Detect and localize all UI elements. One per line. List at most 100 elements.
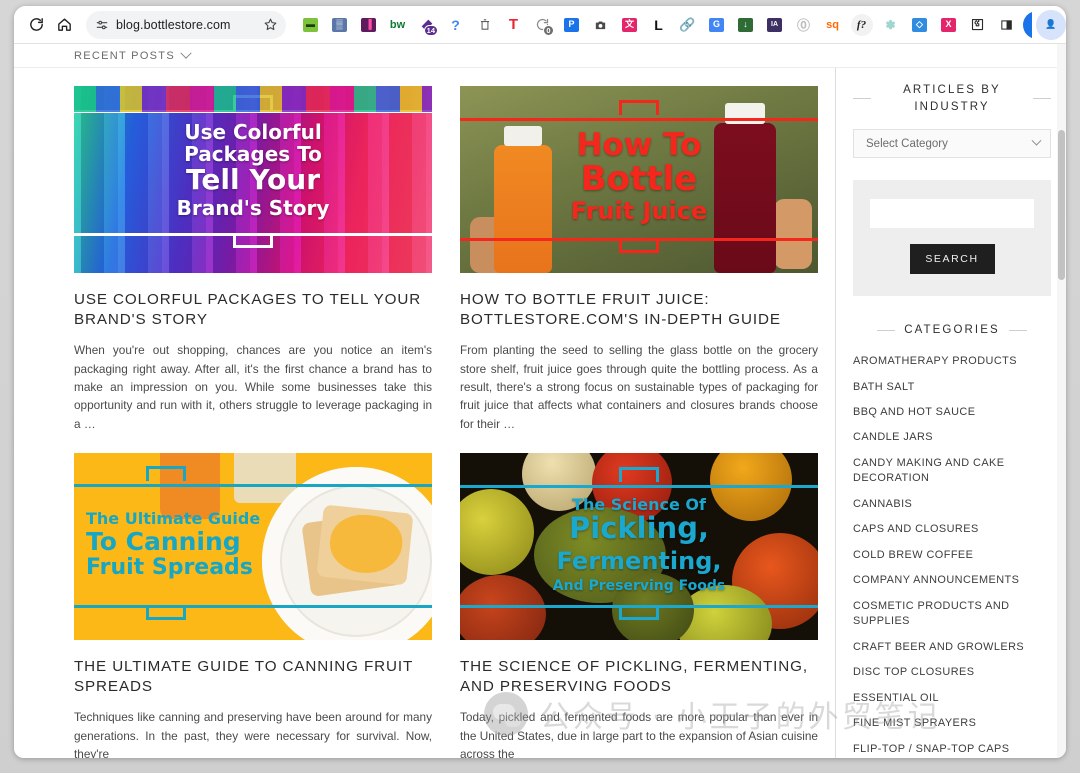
- camera-extension-icon[interactable]: [586, 11, 615, 39]
- keepa-extension-icon[interactable]: ⓪: [789, 11, 818, 39]
- post-title[interactable]: THE SCIENCE OF PICKLING, FERMENTING, AND…: [460, 657, 818, 697]
- page-scrollbar[interactable]: [1057, 44, 1066, 758]
- post-card: The Ultimate Guide To Canning Fruit Spre…: [74, 452, 432, 758]
- home-icon[interactable]: [50, 11, 78, 39]
- extension-badge-count: 0: [543, 24, 554, 36]
- category-list-item[interactable]: CANNABIS: [853, 497, 1051, 512]
- post-title[interactable]: THE ULTIMATE GUIDE TO CANNING FRUIT SPRE…: [74, 657, 432, 697]
- category-list-item[interactable]: BBQ AND HOT SAUCE: [853, 405, 1051, 420]
- refresh-counter-extension-icon[interactable]: 0: [528, 11, 557, 39]
- search-widget: SEARCH: [853, 180, 1051, 297]
- post-excerpt: Techniques like canning and preserving h…: [74, 710, 432, 758]
- post-card: The Science Of Pickling, Fermenting, And…: [460, 452, 818, 758]
- lastpass-extension-icon[interactable]: L: [644, 11, 673, 39]
- recent-posts-nav: RECENT POSTS: [14, 44, 1066, 68]
- thumbnail-frame-top: [74, 110, 432, 113]
- post-thumbnail-canning-fruit-spreads[interactable]: The Ultimate Guide To Canning Fruit Spre…: [74, 452, 432, 640]
- thumbnail-text-line-3: Tell Your: [186, 163, 320, 196]
- category-list-item[interactable]: BATH SALT: [853, 380, 1051, 395]
- address-bar[interactable]: blog.bottlestore.com: [86, 10, 286, 39]
- page-viewport: RECENT POSTS Use Colorful Packages To Te…: [14, 44, 1066, 758]
- calculator-extension-icon[interactable]: ▒: [325, 11, 354, 39]
- thumbnail-bracket-top: [146, 465, 186, 481]
- thumbnail-text-line-2: To Canning: [86, 526, 241, 556]
- site-settings-icon[interactable]: [95, 18, 109, 32]
- category-list-item[interactable]: FLIP-TOP / SNAP-TOP CAPS: [853, 742, 1051, 757]
- category-list-item[interactable]: AROMATHERAPY PRODUCTS: [853, 354, 1051, 369]
- thumbnail-text-line-3: Fruit Spreads: [86, 554, 253, 580]
- glasses-extension-icon[interactable]: ▬: [296, 11, 325, 39]
- category-list-item[interactable]: CAPS AND CLOSURES: [853, 522, 1051, 537]
- scrollbar-thumb[interactable]: [1058, 130, 1065, 280]
- puzzle-extensions-button[interactable]: [963, 11, 992, 39]
- post-thumbnail-pickling-fermenting[interactable]: The Science Of Pickling, Fermenting, And…: [460, 452, 818, 640]
- translate-extension-icon[interactable]: 文: [615, 11, 644, 39]
- category-list-item[interactable]: ESSENTIAL OIL: [853, 691, 1051, 706]
- bookmark-manager-extension-icon[interactable]: 14: [412, 11, 441, 39]
- post-thumbnail-colorful-packages[interactable]: Use Colorful Packages To Tell Your Brand…: [74, 86, 432, 273]
- tailwind-extension-icon[interactable]: T: [499, 11, 528, 39]
- post-card: How To Bottle Fruit Juice HOW TO BOTTLE …: [460, 86, 818, 433]
- chevron-down-icon: [1031, 136, 1042, 146]
- post-excerpt: When you're out shopping, chances are yo…: [74, 343, 432, 431]
- post-title[interactable]: HOW TO BOTTLE FRUIT JUICE: BOTTLESTORE.C…: [460, 290, 818, 330]
- category-list-item[interactable]: COMPANY ANNOUNCEMENTS: [853, 573, 1051, 588]
- bug-extension-icon[interactable]: ✽: [876, 11, 905, 39]
- reload-icon[interactable]: [22, 11, 50, 39]
- category-list-item[interactable]: CANDY MAKING AND CAKE DECORATION: [853, 456, 1051, 487]
- category-list-item[interactable]: COLD BREW COFFEE: [853, 548, 1051, 563]
- star-icon[interactable]: [263, 17, 278, 32]
- download-extension-icon[interactable]: ↓: [731, 11, 760, 39]
- thumbnail-bracket-bottom: [619, 238, 659, 253]
- seo-extension-icon[interactable]: sq: [818, 11, 847, 39]
- x-extension-icon[interactable]: X: [934, 11, 963, 39]
- link-extension-icon[interactable]: 🔗: [673, 11, 702, 39]
- pinterest-extension-icon[interactable]: P: [557, 11, 586, 39]
- profile-avatar-button[interactable]: [1023, 10, 1032, 39]
- desktop-background: blog.bottlestore.com ▬ ▒ ▐ bw 14 ? T 0 P…: [0, 0, 1080, 773]
- side-panel-button[interactable]: [992, 11, 1021, 39]
- category-list-item[interactable]: COSMETIC PRODUCTS AND SUPPLIES: [853, 599, 1051, 630]
- rule-left: [877, 330, 896, 332]
- category-list-item[interactable]: DISC TOP CLOSURES: [853, 665, 1051, 680]
- recent-posts-label[interactable]: RECENT POSTS: [74, 50, 175, 62]
- internet-archive-extension-icon[interactable]: IA: [760, 11, 789, 39]
- extensions-strip: ▬ ▒ ▐ bw 14 ? T 0 P 文 L 🔗 G ↓ IA ⓪ sq f?…: [296, 10, 1032, 39]
- post-excerpt: From planting the seed to selling the gl…: [460, 343, 818, 431]
- trash-extension-icon[interactable]: [470, 11, 499, 39]
- chart-extension-icon[interactable]: ▐: [354, 11, 383, 39]
- rule-right: [1033, 98, 1051, 100]
- thumbnail-text-line-2: Pickling,: [569, 510, 709, 545]
- thumbnail-frame-top: [74, 483, 432, 487]
- thumbnail-text-line-4: And Preserving Foods: [552, 577, 726, 594]
- widget-title-text: ARTICLES BY INDUSTRY: [903, 84, 1001, 113]
- sidebar: ARTICLES BY INDUSTRY Select Category SEA…: [835, 68, 1066, 758]
- fontface-extension-icon[interactable]: f?: [847, 11, 876, 39]
- select-category-dropdown[interactable]: Select Category: [853, 129, 1051, 159]
- post-title[interactable]: USE COLORFUL PACKAGES TO TELL YOUR BRAND…: [74, 290, 432, 330]
- thumbnail-bracket-bottom: [146, 604, 186, 620]
- bw-extension-icon[interactable]: bw: [383, 11, 412, 39]
- rule-left: [853, 98, 871, 100]
- category-list: AROMATHERAPY PRODUCTS BATH SALT BBQ AND HO…: [853, 354, 1051, 758]
- category-list-item[interactable]: CANDLE JARS: [853, 430, 1051, 445]
- profile-chip[interactable]: 👤: [1036, 9, 1066, 40]
- search-input[interactable]: [870, 199, 1034, 229]
- category-list-item[interactable]: FINE MIST SPRAYERS: [853, 716, 1051, 731]
- color-picker-extension-icon[interactable]: ◇: [905, 11, 934, 39]
- help-extension-icon[interactable]: ?: [441, 11, 470, 39]
- thumbnail-bracket-top: [619, 466, 659, 482]
- main-content: Use Colorful Packages To Tell Your Brand…: [14, 68, 835, 758]
- chevron-down-icon[interactable]: [180, 47, 192, 59]
- thumbnail-text-line-2: Packages To: [184, 142, 322, 166]
- thumbnail-text-line-1: How To: [576, 127, 702, 163]
- thumbnail-text-line-3: Fruit Juice: [570, 197, 708, 225]
- thumbnail-text-line-1: Use Colorful: [184, 120, 322, 144]
- post-card: Use Colorful Packages To Tell Your Brand…: [74, 86, 432, 433]
- address-bar-url[interactable]: blog.bottlestore.com: [116, 18, 256, 32]
- search-button[interactable]: SEARCH: [909, 244, 995, 275]
- google-translate-extension-icon[interactable]: G: [702, 11, 731, 39]
- post-thumbnail-bottle-fruit-juice[interactable]: How To Bottle Fruit Juice: [460, 86, 818, 273]
- thumbnail-text-line-1: The Ultimate Guide: [86, 508, 261, 528]
- category-list-item[interactable]: CRAFT BEER AND GROWLERS: [853, 640, 1051, 655]
